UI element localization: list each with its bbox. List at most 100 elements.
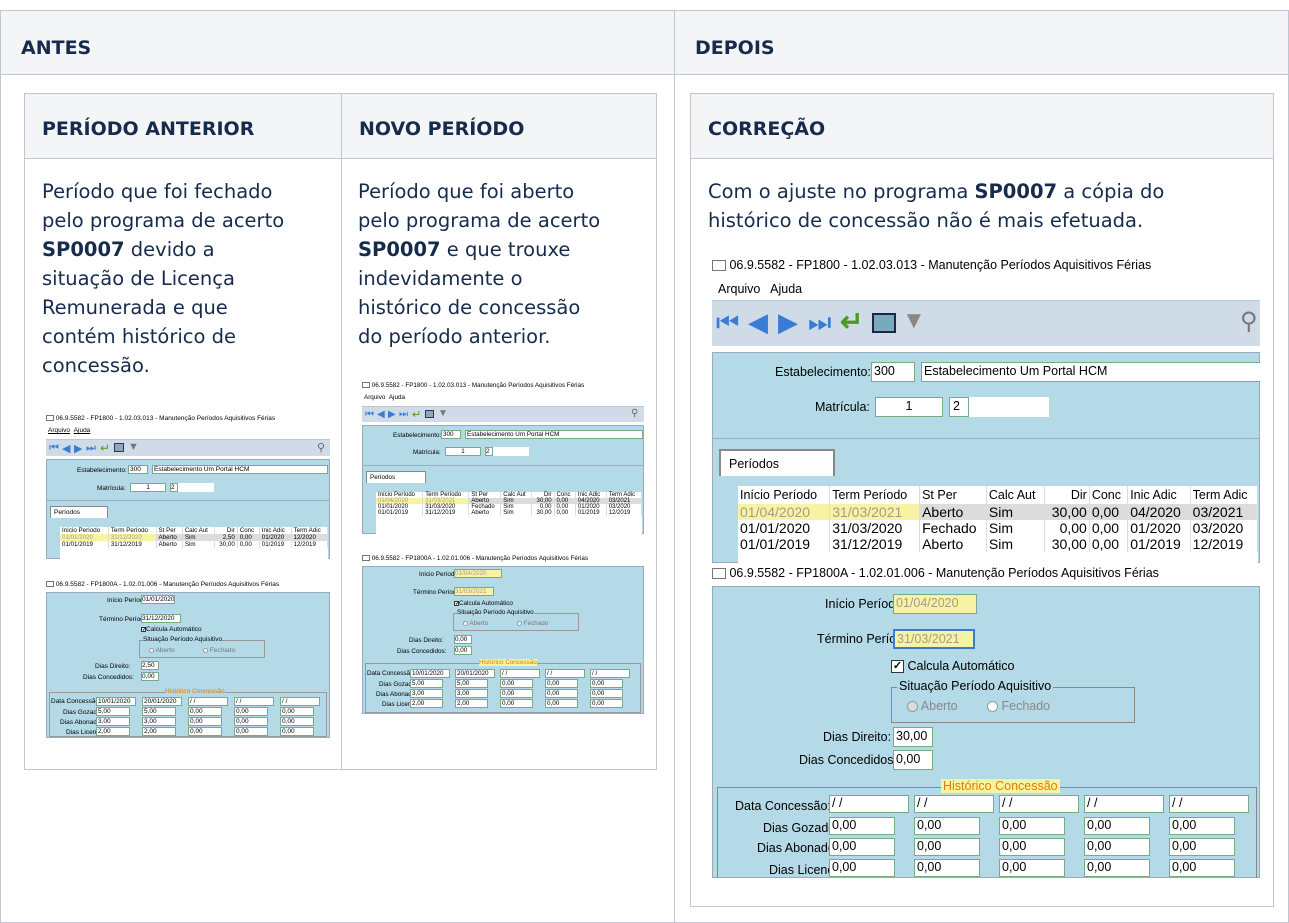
concessao-field[interactable]: / / xyxy=(234,697,274,706)
concessao-field[interactable]: 0,00 xyxy=(280,717,314,726)
radio-aberto[interactable]: Aberto xyxy=(907,699,958,713)
zoom-icon[interactable] xyxy=(872,313,896,333)
table-row[interactable]: 01/01/2020 31/12/2020 Aberto Sim 2,50 0,00 01/… xyxy=(60,534,329,541)
concessao-field[interactable]: 10/01/2020 xyxy=(96,697,136,706)
concessao-field[interactable]: 2,00 xyxy=(455,699,488,708)
last-record-icon[interactable]: ⏭ xyxy=(86,442,96,455)
table-row[interactable]: 01/01/2019 31/12/2019 Aberto Sim 30,00 0,00 01… xyxy=(376,510,643,516)
dias-direito-field[interactable]: 30,00 xyxy=(893,727,933,747)
dias-concedidos-field[interactable]: 0,00 xyxy=(454,646,472,655)
concessao-field[interactable]: 3,00 xyxy=(410,689,443,698)
concessao-field[interactable]: 0,00 xyxy=(829,859,895,877)
concessao-field[interactable]: 0,00 xyxy=(1169,817,1235,835)
inicio-field[interactable]: 01/04/2020 xyxy=(893,594,977,614)
zoom-icon[interactable] xyxy=(425,410,434,418)
first-record-icon[interactable]: ⏮ xyxy=(365,409,374,420)
previous-record-icon[interactable]: ◀ xyxy=(62,442,70,455)
next-record-icon[interactable]: ▶ xyxy=(778,307,798,338)
confirm-icon[interactable]: ↵ xyxy=(412,408,421,421)
concessao-field[interactable]: / / xyxy=(829,795,909,813)
calcula-checkbox[interactable]: ✓Calcula Automático xyxy=(141,626,202,633)
table-row[interactable]: 01/01/2019 31/12/2019 Aberto Sim 30,00 0,00 01… xyxy=(738,536,1259,552)
concessao-field[interactable]: 0,00 xyxy=(590,699,623,708)
inicio-field[interactable]: 01/01/2020 xyxy=(141,595,175,604)
inicio-field[interactable]: 01/04/2020 xyxy=(454,569,502,578)
concessao-field[interactable]: 0,00 xyxy=(234,717,268,726)
concessao-field[interactable]: 0,00 xyxy=(280,707,314,716)
concessao-field[interactable]: / / xyxy=(188,697,228,706)
concessao-field[interactable]: / / xyxy=(1169,795,1249,813)
radio-aberto[interactable]: Aberto xyxy=(149,647,175,654)
concessao-field[interactable]: 0,00 xyxy=(188,717,222,726)
filter-icon[interactable]: ▼ xyxy=(128,441,139,453)
concessao-field[interactable]: / / xyxy=(590,669,630,678)
concessao-field[interactable]: 0,00 xyxy=(999,859,1065,877)
concessao-field[interactable]: 0,00 xyxy=(914,859,980,877)
concessao-field[interactable]: 0,00 xyxy=(1169,838,1235,856)
estab-field[interactable]: 300 xyxy=(128,465,148,474)
concessao-field[interactable]: 0,00 xyxy=(999,817,1065,835)
menu-arquivo[interactable]: Arquivo xyxy=(364,394,385,401)
matricula-field[interactable]: 1 xyxy=(130,483,166,492)
concessao-field[interactable]: 2,00 xyxy=(96,727,130,736)
concessao-field[interactable]: 3,00 xyxy=(96,717,130,726)
concessao-field[interactable]: 5,00 xyxy=(410,679,443,688)
table-row[interactable]: 01/04/2020 31/03/2021 Aberto Sim 30,00 0,00 04… xyxy=(738,504,1259,520)
concessao-field[interactable]: 0,00 xyxy=(234,707,268,716)
concessao-field[interactable]: 5,00 xyxy=(142,707,176,716)
concessao-field[interactable]: 0,00 xyxy=(914,838,980,856)
previous-record-icon[interactable]: ◀ xyxy=(377,409,385,420)
dias-concedidos-field[interactable]: 0,00 xyxy=(893,750,933,770)
concessao-field[interactable]: 0,00 xyxy=(829,817,895,835)
confirm-icon[interactable]: ↵ xyxy=(840,305,863,338)
estab-field[interactable]: 300 xyxy=(441,430,461,439)
menu-ajuda[interactable]: Ajuda xyxy=(770,282,802,296)
concessao-field[interactable]: 2,00 xyxy=(142,727,176,736)
concessao-field[interactable]: / / xyxy=(280,697,320,706)
concessao-field[interactable]: / / xyxy=(545,669,585,678)
concessao-field[interactable]: 0,00 xyxy=(545,699,578,708)
tab-periodos[interactable]: Períodos xyxy=(50,506,108,518)
next-record-icon[interactable]: ▶ xyxy=(388,409,396,420)
dias-direito-field[interactable]: 2,50 xyxy=(141,661,159,670)
concessao-field[interactable]: 0,00 xyxy=(1084,817,1150,835)
concessao-field[interactable]: 0,00 xyxy=(1084,859,1150,877)
tab-periodos[interactable]: Períodos xyxy=(366,471,426,483)
table-row[interactable]: 01/01/2020 31/03/2020 Fechado Sim 0,00 0,00 01… xyxy=(738,520,1259,536)
concessao-field[interactable]: 3,00 xyxy=(142,717,176,726)
concessao-field[interactable]: 0,00 xyxy=(914,817,980,835)
filter-icon[interactable]: ▼ xyxy=(902,307,926,335)
concessao-field[interactable]: 5,00 xyxy=(96,707,130,716)
matricula-seq-field[interactable]: 2 xyxy=(949,397,969,417)
calcula-checkbox[interactable]: ✓ Calcula Automático xyxy=(891,659,1015,674)
concessao-field[interactable]: 0,00 xyxy=(1169,859,1235,877)
concessao-field[interactable]: 0,00 xyxy=(234,727,268,736)
dias-concedidos-field[interactable]: 0,00 xyxy=(141,672,159,681)
termino-field[interactable]: 31/12/2020 xyxy=(141,614,181,623)
dias-direito-field[interactable]: 0,00 xyxy=(454,635,472,644)
previous-record-icon[interactable]: ◀ xyxy=(748,307,768,338)
concessao-field[interactable]: 0,00 xyxy=(545,689,578,698)
concessao-field[interactable]: 0,00 xyxy=(999,838,1065,856)
confirm-icon[interactable]: ↵ xyxy=(100,441,110,455)
next-record-icon[interactable]: ▶ xyxy=(74,442,82,455)
concessao-field[interactable]: 0,00 xyxy=(500,699,533,708)
first-record-icon[interactable]: ⏮ xyxy=(49,442,59,455)
concessao-field[interactable]: 5,00 xyxy=(455,679,488,688)
radio-fechado[interactable]: Fechado xyxy=(517,620,548,627)
table-row[interactable]: 01/01/2019 31/12/2019 Aberto Sim 30,00 0,00 01… xyxy=(60,541,329,548)
concessao-field[interactable]: / / xyxy=(1084,795,1164,813)
menu-ajuda[interactable]: Ajuda xyxy=(389,394,405,401)
concessao-field[interactable]: 2,00 xyxy=(410,699,443,708)
radio-fechado[interactable]: Fechado xyxy=(987,699,1050,713)
concessao-field[interactable]: 20/01/2020 xyxy=(142,697,182,706)
concessao-field[interactable]: 0,00 xyxy=(280,727,314,736)
search-icon[interactable]: ⚲ xyxy=(1240,307,1258,336)
zoom-icon[interactable] xyxy=(114,443,124,452)
search-icon[interactable]: ⚲ xyxy=(631,408,638,419)
menu-arquivo[interactable]: Arquivo xyxy=(718,282,760,296)
concessao-field[interactable]: 0,00 xyxy=(590,679,623,688)
first-record-icon[interactable]: ⏮ xyxy=(716,307,739,339)
concessao-field[interactable]: 0,00 xyxy=(590,689,623,698)
concessao-field[interactable]: 0,00 xyxy=(545,679,578,688)
